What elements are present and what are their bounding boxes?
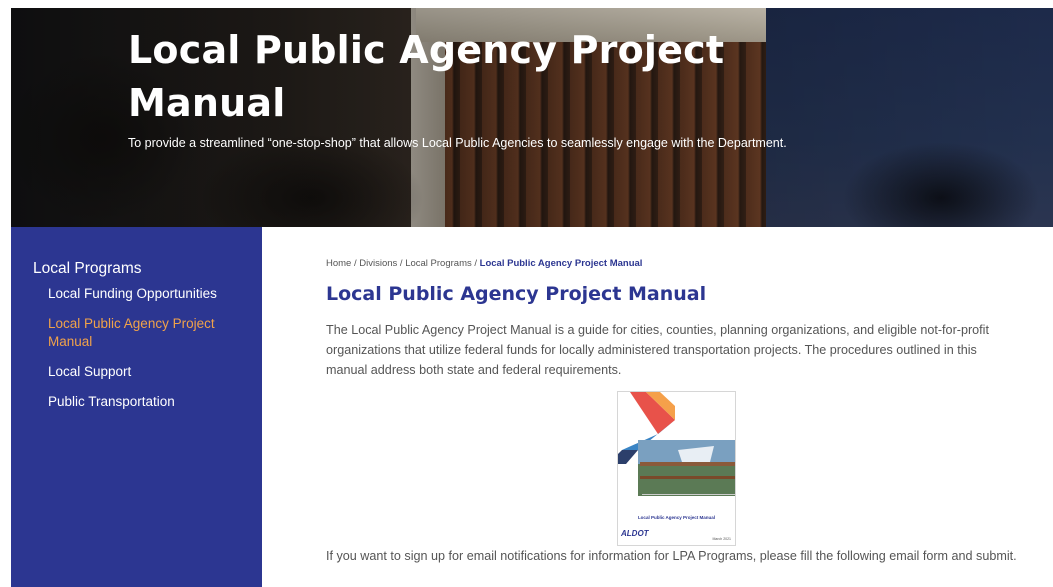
manual-cover-graphic (618, 392, 735, 496)
cover-date: March 2021 (712, 537, 731, 541)
breadcrumb-divisions[interactable]: Divisions (359, 258, 397, 269)
breadcrumb-home[interactable]: Home (326, 258, 351, 269)
sidebar-list: Local Funding Opportunities Local Public… (48, 285, 248, 423)
hero-tagline: To provide a streamlined “one-stop-shop”… (128, 136, 787, 150)
aldot-logo: ALDOT (621, 529, 649, 538)
breadcrumb-current: Local Public Agency Project Manual (479, 258, 643, 269)
signup-paragraph: If you want to sign up for email notific… (326, 549, 1017, 563)
sidebar-title[interactable]: Local Programs (33, 260, 142, 278)
hero-banner: Local Public Agency Project Manual To pr… (11, 8, 1053, 227)
breadcrumb-separator: / (471, 258, 480, 269)
sidebar-item-lpa-manual[interactable]: Local Public Agency Project Manual (48, 315, 248, 351)
manual-cover-image[interactable]: Local Public Agency Project Manual ALDOT… (617, 391, 736, 546)
hero-title: Local Public Agency Project Manual (128, 28, 725, 125)
breadcrumb-separator: / (397, 258, 406, 269)
intro-paragraph: The Local Public Agency Project Manual i… (326, 323, 989, 377)
sidebar-nav: Local Programs Local Funding Opportuniti… (11, 227, 262, 587)
sidebar-item-local-support[interactable]: Local Support (48, 363, 248, 381)
breadcrumb: Home / Divisions / Local Programs / Loca… (326, 258, 642, 269)
sidebar-item-public-transportation[interactable]: Public Transportation (48, 393, 248, 411)
page-title: Local Public Agency Project Manual (326, 283, 707, 305)
sidebar-item-local-funding[interactable]: Local Funding Opportunities (48, 285, 248, 303)
breadcrumb-local-programs[interactable]: Local Programs (405, 258, 472, 269)
aldot-logo-main: DOT (631, 529, 649, 538)
aldot-logo-prefix: AL (621, 529, 632, 538)
cover-title: Local Public Agency Project Manual (637, 515, 716, 520)
